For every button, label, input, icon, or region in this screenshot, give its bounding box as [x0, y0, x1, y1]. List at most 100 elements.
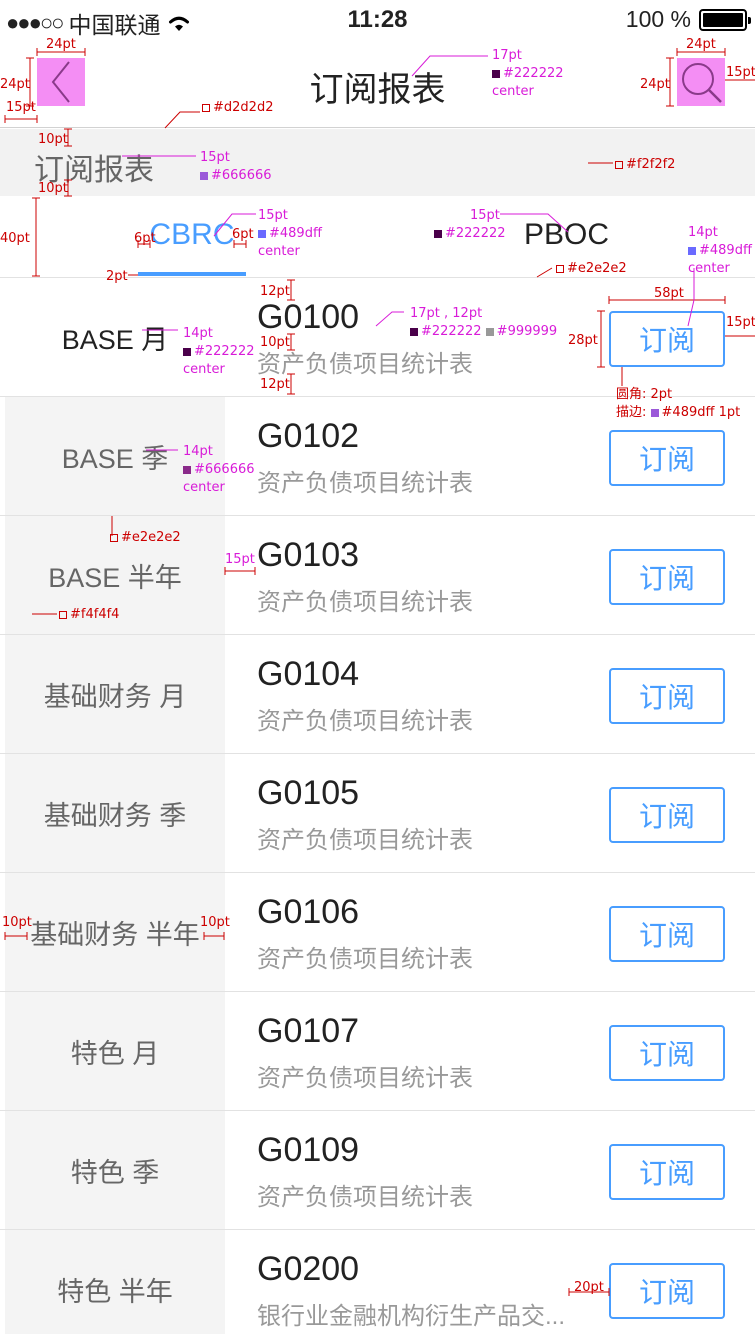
search-icon — [682, 63, 722, 103]
anno-cat2-font: 14pt — [183, 444, 213, 459]
anno-pboc-font: 15pt — [470, 208, 500, 223]
row-desc: 资产负债项目统计表 — [257, 946, 473, 973]
anno-cat-pad-right: 10pt — [200, 915, 230, 930]
list-item: 特色 半年 G0200 银行业金融机构衍生产品交... 订阅 — [0, 1230, 755, 1334]
list-item: 基础财务 月 G0104 资产负债项目统计表 订阅 — [0, 635, 755, 754]
anno-cbrc-font: 15pt — [258, 208, 288, 223]
subscribe-button[interactable]: 订阅 — [609, 668, 725, 724]
row-desc: 资产负债项目统计表 — [257, 589, 473, 616]
row-code: G0105 — [257, 774, 360, 812]
row-code: G0109 — [257, 1131, 360, 1169]
anno-pboc-color: #222222 — [434, 225, 506, 242]
anno-cat1-align: center — [183, 362, 225, 377]
subscribe-button[interactable]: 订阅 — [609, 430, 725, 486]
subscribe-button[interactable]: 订阅 — [609, 1144, 725, 1200]
list-item: 基础财务 季 G0105 资产负债项目统计表 订阅 — [0, 754, 755, 873]
row-category: 基础财务 半年 — [5, 873, 225, 991]
list-item: 特色 季 G0109 资产负债项目统计表 订阅 — [0, 1111, 755, 1230]
anno-search-right: 15pt — [726, 65, 755, 80]
tab-pboc[interactable]: PBOC — [510, 218, 623, 252]
anno-row-pad-top: 12pt — [260, 284, 290, 299]
anno-tabs-height: 40pt — [0, 231, 30, 246]
row-category: 特色 季 — [5, 1111, 225, 1229]
anno-tab-border: #e2e2e2 — [556, 260, 627, 277]
anno-section-pad-top: 10pt — [38, 132, 68, 147]
row-desc: 银行业金融机构衍生产品交... — [257, 1303, 566, 1330]
row-category: 特色 月 — [5, 992, 225, 1110]
anno-title-spec: 17pt — [492, 48, 522, 63]
anno-divider-color: #d2d2d2 — [202, 99, 273, 116]
anno-cat2-align: center — [183, 480, 225, 495]
anno-cat-pad-left: 10pt — [2, 915, 32, 930]
row-category: 基础财务 月 — [5, 635, 225, 753]
anno-btn-right: 15pt — [726, 315, 755, 330]
anno-back-left: 15pt — [6, 100, 36, 115]
row-code: G0102 — [257, 417, 360, 455]
anno-row-gap: 10pt — [260, 335, 290, 350]
battery-icon — [699, 8, 751, 31]
anno-btn-color: #489dff — [688, 242, 752, 259]
battery-label: 100 % — [625, 6, 691, 32]
subscribe-button[interactable]: 订阅 — [609, 787, 725, 843]
row-desc: 资产负债项目统计表 — [257, 1065, 473, 1092]
anno-code-colors: #222222 #999999 — [410, 323, 557, 340]
anno-section-pad-bottom: 10pt — [38, 181, 68, 196]
anno-cat2-color: #666666 — [183, 461, 255, 478]
anno-row-border: #e2e2e2 — [110, 529, 181, 546]
anno-title-color: #222222 — [492, 65, 564, 82]
anno-title-align: center — [492, 84, 534, 99]
row-desc: 资产负债项目统计表 — [257, 351, 473, 378]
row-code: G0104 — [257, 655, 360, 693]
anno-cat1-color: #222222 — [183, 343, 255, 360]
subscribe-button[interactable]: 订阅 — [609, 1263, 725, 1319]
subscribe-button[interactable]: 订阅 — [609, 549, 725, 605]
row-desc: 资产负债项目统计表 — [257, 708, 473, 735]
row-desc: 资产负债项目统计表 — [257, 1184, 473, 1211]
anno-btn-font: 14pt — [688, 225, 718, 240]
tab-bar: CBRC PBOC — [0, 196, 755, 278]
anno-back-width: 24pt — [46, 37, 76, 52]
anno-search-height: 24pt — [640, 77, 670, 92]
row-desc: 资产负债项目统计表 — [257, 827, 473, 854]
list-item: 基础财务 半年 G0106 资产负债项目统计表 订阅 — [0, 873, 755, 992]
anno-btn-width: 58pt — [654, 286, 684, 301]
tab-active-indicator — [138, 272, 246, 276]
anno-row-pad-bottom: 12pt — [260, 377, 290, 392]
row-code: G0106 — [257, 893, 360, 931]
anno-section-bg: #f2f2f2 — [615, 156, 675, 173]
status-bar: ●●●○○ 中国联通 11:28 100 % — [0, 0, 755, 40]
row-code: G0200 — [257, 1250, 360, 1288]
anno-code-left: 15pt — [225, 552, 255, 567]
subscribe-button[interactable]: 订阅 — [609, 1025, 725, 1081]
anno-cat1-font: 14pt — [183, 326, 213, 341]
anno-btn-gap: 20pt — [574, 1280, 604, 1295]
anno-tab-pad-right: 6pt — [232, 227, 254, 242]
anno-cbrc-color: #489dff — [258, 225, 322, 242]
anno-btn-align: center — [688, 261, 730, 276]
row-category: 特色 半年 — [5, 1230, 225, 1334]
row-code: G0107 — [257, 1012, 360, 1050]
list-item: 特色 月 G0107 资产负债项目统计表 订阅 — [0, 992, 755, 1111]
anno-tab-pad-left: 6pt — [134, 231, 156, 246]
anno-btn-radius: 圆角: 2pt — [616, 387, 673, 402]
anno-underline-height: 2pt — [106, 269, 128, 284]
anno-btn-stroke: 描边: #489dff 1pt — [616, 405, 741, 420]
report-list: BASE 月 G0100 资产负债项目统计表 订阅 BASE 季 G0102 资… — [0, 278, 755, 1334]
subscribe-button[interactable]: 订阅 — [609, 906, 725, 962]
anno-cbrc-align: center — [258, 244, 300, 259]
list-item: BASE 月 G0100 资产负债项目统计表 订阅 — [0, 278, 755, 397]
anno-btn-height: 28pt — [568, 333, 598, 348]
row-desc: 资产负债项目统计表 — [257, 470, 473, 497]
anno-section-color: #666666 — [200, 167, 272, 184]
search-button[interactable] — [677, 58, 725, 106]
anno-code-spec: 17pt , 12pt — [410, 306, 483, 321]
row-code: G0100 — [257, 298, 360, 336]
status-right: 100 % — [625, 6, 751, 33]
anno-section-font: 15pt — [200, 150, 230, 165]
row-category: 基础财务 季 — [5, 754, 225, 872]
anno-left-bg: #f4f4f4 — [59, 606, 119, 623]
anno-back-height: 24pt — [0, 77, 30, 92]
row-code: G0103 — [257, 536, 360, 574]
subscribe-button[interactable]: 订阅 — [609, 311, 725, 367]
anno-search-width: 24pt — [686, 37, 716, 52]
